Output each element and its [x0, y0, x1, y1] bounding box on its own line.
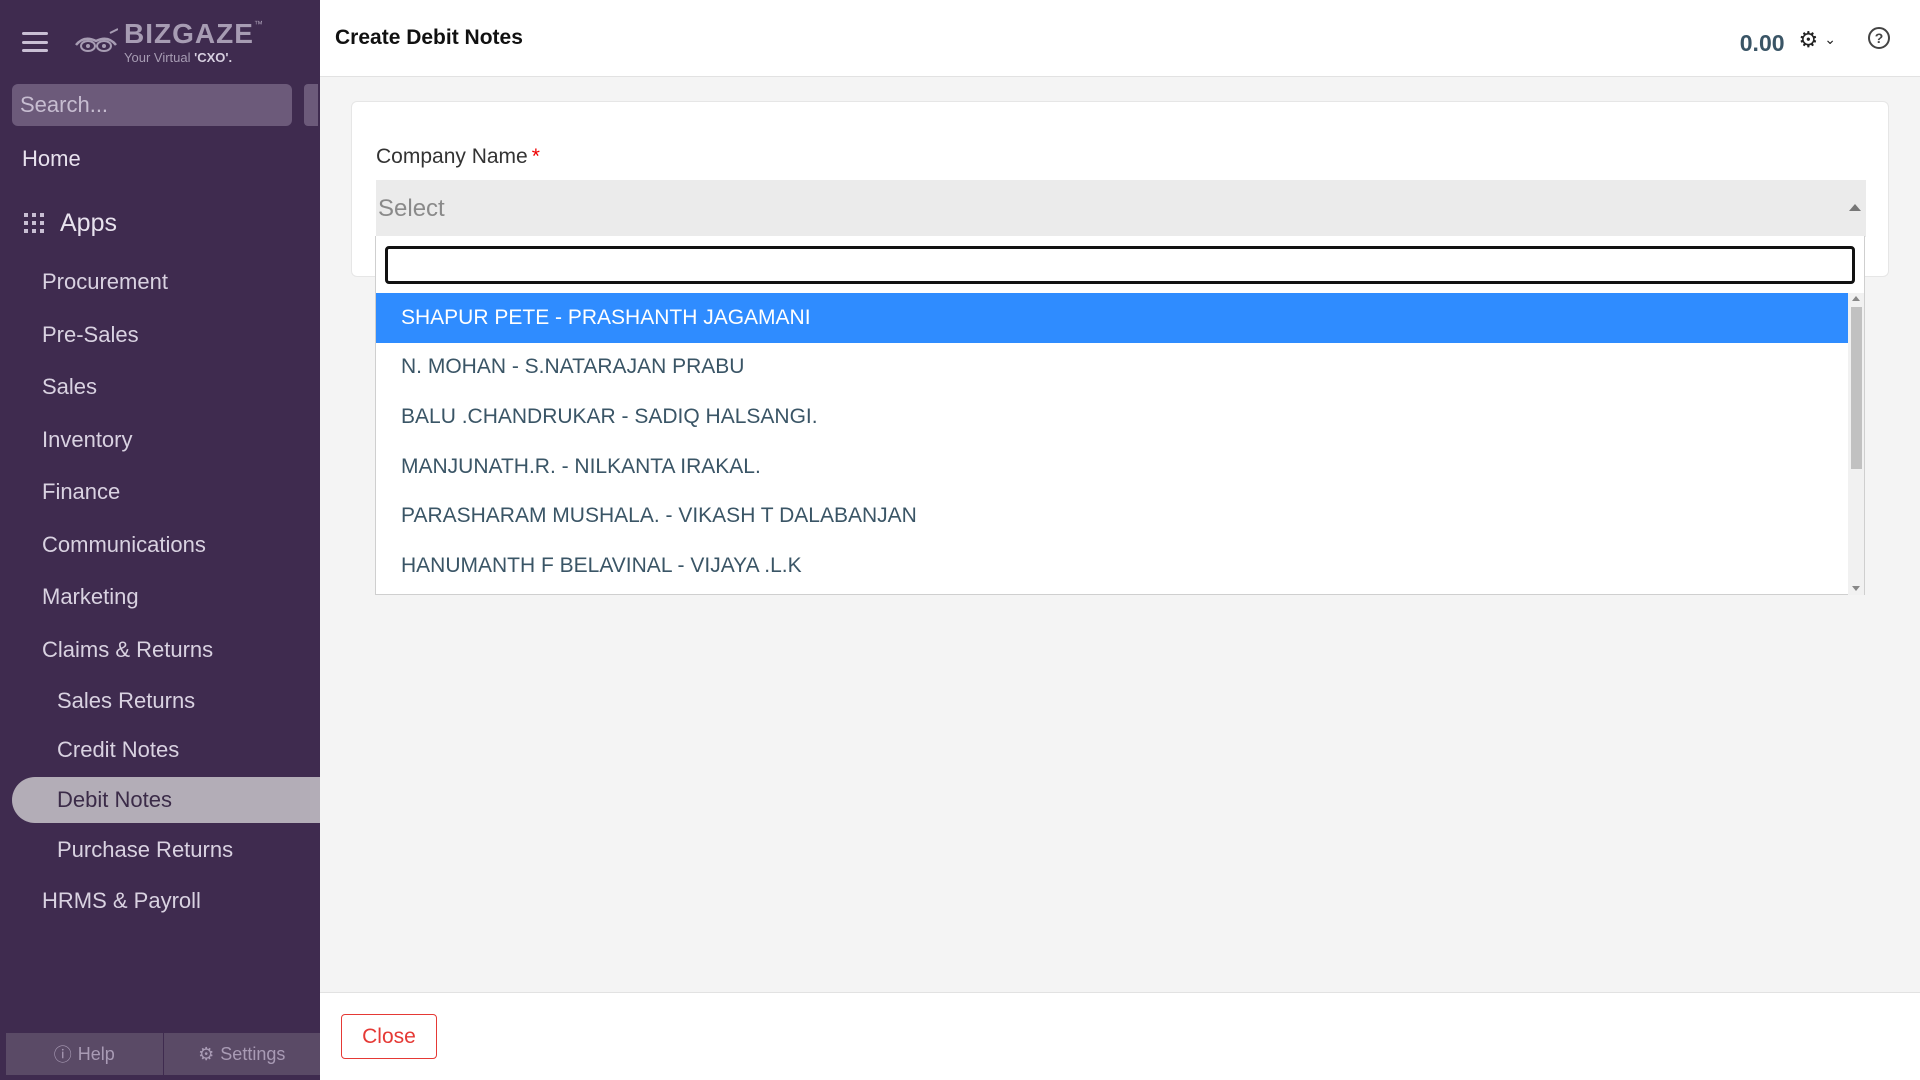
- owl-logo-icon: [75, 28, 118, 52]
- nav-apps[interactable]: Apps: [0, 206, 320, 240]
- company-name-label: Company Name *: [376, 145, 540, 169]
- nav-list: Procurement Pre-Sales Sales Inventory Fi…: [0, 256, 320, 927]
- nav-item-sales[interactable]: Sales: [0, 361, 320, 414]
- dropdown-option[interactable]: PARASHARAM MUSHALA. - VIKASH T DALABANJA…: [376, 491, 1848, 541]
- gear-icon: ⚙: [198, 1043, 215, 1064]
- sidebar-collapse-tab[interactable]: [304, 84, 318, 126]
- page-title: Create Debit Notes: [335, 26, 523, 49]
- brand-tagline-highlight: 'CXO'.: [194, 50, 233, 65]
- header-right: 0.00 ⚙ ⌄ ?: [1740, 22, 1890, 57]
- dropdown-option[interactable]: BALU .CHANDRUKAR - SADIQ HALSANGI.: [376, 392, 1848, 442]
- company-name-label-text: Company Name: [376, 145, 528, 168]
- search-input[interactable]: [20, 92, 308, 118]
- dropdown-scrollbar[interactable]: [1848, 293, 1864, 595]
- nav-item-inventory[interactable]: Inventory: [0, 414, 320, 467]
- scroll-up-arrow-icon[interactable]: [1852, 296, 1860, 301]
- select-placeholder: Select: [378, 194, 445, 222]
- nav-sub-sales-returns[interactable]: Sales Returns: [0, 676, 320, 726]
- brand-name: BIZGAZE: [124, 18, 254, 49]
- apps-grid-icon: [24, 213, 44, 233]
- nav-item-procurement[interactable]: Procurement: [0, 256, 320, 309]
- sidebar-search: [12, 84, 308, 126]
- company-name-select[interactable]: Select: [376, 180, 1866, 237]
- brand-logo[interactable]: BIZGAZE™ Your Virtual 'CXO'.: [74, 20, 264, 64]
- nav-item-pre-sales[interactable]: Pre-Sales: [0, 309, 320, 362]
- dropdown-option[interactable]: MANJUNATH.R. - NILKANTA IRAKAL.: [376, 442, 1848, 492]
- settings-button[interactable]: ⚙ Settings: [162, 1033, 320, 1075]
- nav-home[interactable]: Home: [0, 146, 320, 176]
- dropdown-search-input[interactable]: [388, 249, 1852, 281]
- nav-apps-label: Apps: [60, 208, 117, 237]
- dropdown-options: SHAPUR PETE - PRASHANTH JAGAMANI N. MOHA…: [376, 293, 1848, 591]
- sidebar-footer: ⓘ Help ⚙ Settings: [6, 1033, 320, 1075]
- dropdown-search: [385, 246, 1855, 284]
- brand-tm: ™: [253, 19, 264, 29]
- footer-bar: Close: [320, 992, 1920, 1080]
- sidebar-topbar: BIZGAZE™ Your Virtual 'CXO'.: [0, 0, 320, 84]
- nav-item-finance[interactable]: Finance: [0, 466, 320, 519]
- scroll-down-arrow-icon[interactable]: [1852, 586, 1860, 591]
- header: Create Debit Notes 0.00 ⚙ ⌄ ?: [320, 0, 1920, 77]
- dropdown-option[interactable]: N. MOHAN - S.NATARAJAN PRABU: [376, 343, 1848, 393]
- required-marker: *: [531, 145, 540, 168]
- chevron-down-icon[interactable]: ⌄: [1824, 31, 1836, 48]
- nav-item-claims-returns[interactable]: Claims & Returns: [0, 624, 320, 677]
- help-button[interactable]: ⓘ Help: [6, 1033, 163, 1075]
- main-panel: Create Debit Notes 0.00 ⚙ ⌄ ? Company Na…: [320, 0, 1920, 1080]
- nav-sub-credit-notes[interactable]: Credit Notes: [0, 726, 320, 776]
- nav-sub-debit-notes[interactable]: Debit Notes: [12, 777, 320, 823]
- dropdown-option[interactable]: SHAPUR PETE - PRASHANTH JAGAMANI: [376, 293, 1848, 343]
- nav-sub-purchase-returns[interactable]: Purchase Returns: [0, 825, 320, 875]
- sidebar: BIZGAZE™ Your Virtual 'CXO'. Home Apps P…: [0, 0, 320, 1080]
- company-dropdown: SHAPUR PETE - PRASHANTH JAGAMANI N. MOHA…: [375, 236, 1865, 595]
- help-circle-icon: ⓘ: [53, 1045, 72, 1065]
- dropdown-option[interactable]: HANUMANTH F BELAVINAL - VIJAYA .L.K: [376, 541, 1848, 591]
- scrollbar-thumb[interactable]: [1851, 307, 1862, 469]
- menu-icon[interactable]: [22, 32, 48, 52]
- close-button[interactable]: Close: [341, 1014, 437, 1059]
- brand-tagline: Your Virtual: [124, 50, 195, 65]
- amount-display: 0.00: [1739, 30, 1785, 56]
- caret-up-icon: [1849, 204, 1861, 211]
- sidebar-search-row: [0, 84, 320, 126]
- nav-item-communications[interactable]: Communications: [0, 519, 320, 572]
- nav-item-marketing[interactable]: Marketing: [0, 571, 320, 624]
- settings-gear-icon[interactable]: ⚙: [1799, 27, 1819, 53]
- help-icon[interactable]: ?: [1868, 26, 1890, 49]
- nav-item-hrms-payroll[interactable]: HRMS & Payroll: [0, 875, 320, 928]
- help-label: Help: [77, 1043, 115, 1064]
- settings-label: Settings: [220, 1043, 286, 1064]
